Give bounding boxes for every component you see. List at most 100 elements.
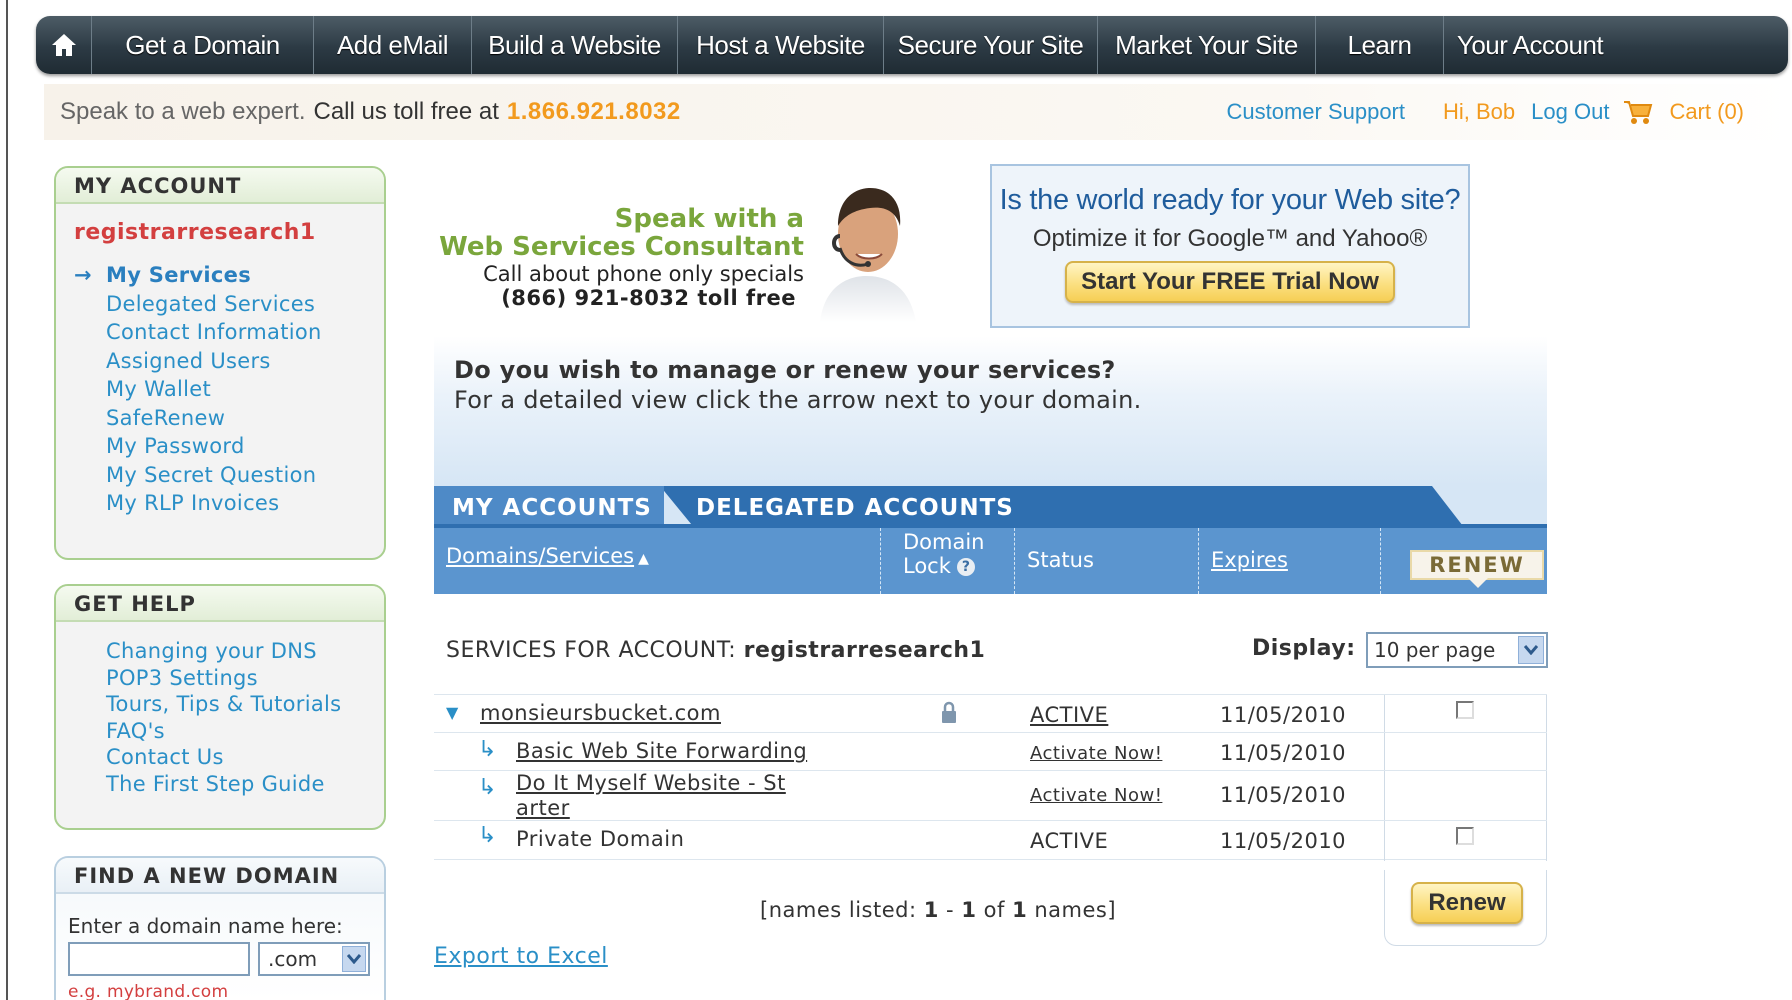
expand-arrow-icon[interactable]: ▼ [446,703,459,722]
consultant-promo[interactable]: Speak with a Web Services Consultant Cal… [439,176,920,322]
nav-market-site[interactable]: Market Your Site [1098,16,1316,74]
activate-now-link[interactable]: Activate Now! [1030,785,1162,806]
find-domain-box: FIND A NEW DOMAIN Enter a domain name he… [54,856,386,1000]
services-for-label: SERVICES FOR ACCOUNT: [446,638,737,663]
expires-date: 11/05/2010 [1220,829,1347,853]
manage-services-header: Do you wish to manage or renew your serv… [434,336,1547,486]
nav-add-email[interactable]: Add eMail [314,16,472,74]
my-account-title: MY ACCOUNT [56,168,384,204]
per-page-value: 10 per page [1374,638,1496,662]
col-domain-lock-label-1: Domain [903,530,985,554]
renew-header-button[interactable]: RENEW [1410,550,1544,588]
status-link[interactable]: ACTIVE [1030,703,1108,727]
sort-expires-link[interactable]: Expires [1211,548,1288,572]
call-text: Call us toll free at [313,98,499,125]
renew-button[interactable]: Renew [1411,882,1523,924]
names-to: 1 [961,898,977,922]
speak-text: Speak to a web expert. [60,98,306,125]
names-dash: - [946,898,955,922]
table-row: ↳ Private Domain ACTIVE 11/05/2010 [434,820,1547,861]
nav-get-domain[interactable]: Get a Domain [92,16,314,74]
lock-icon [942,701,956,723]
customer-support-link[interactable]: Customer Support [1226,99,1405,125]
menu-my-rlp-invoices[interactable]: My RLP Invoices [74,489,384,518]
find-domain-title: FIND A NEW DOMAIN [56,858,384,894]
renew-checkbox[interactable] [1456,701,1474,719]
col-expires: Expires [1198,528,1380,594]
expires-date: 11/05/2010 [1220,741,1347,765]
nav-host-website[interactable]: Host a Website [678,16,884,74]
renew-cell [1384,771,1547,821]
nav-secure-site[interactable]: Secure Your Site [884,16,1098,74]
tld-select[interactable]: .com [258,942,370,976]
names-listed: [names listed: 1 - 1 of 1 names] [760,898,1116,922]
home-icon [51,34,76,56]
per-page-select[interactable]: 10 per page [1366,632,1548,668]
col-status-label: Status [1027,548,1094,572]
nav-learn[interactable]: Learn [1316,16,1444,74]
status-text: ACTIVE [1030,829,1109,853]
menu-label: My Services [106,263,251,287]
help-tours-tips[interactable]: Tours, Tips & Tutorials [106,691,384,718]
logout-link[interactable]: Log Out [1531,99,1609,125]
sub-item-arrow-icon: ↳ [478,737,497,762]
menu-my-secret-question[interactable]: My Secret Question [74,461,384,490]
activate-now-link[interactable]: Activate Now! [1030,743,1162,764]
domain-link[interactable]: monsieursbucket.com [480,701,721,725]
names-from: 1 [923,898,939,922]
menu-my-wallet[interactable]: My Wallet [74,375,384,404]
account-name: registrarresearch1 [74,220,316,245]
seo-question: Is the world ready for your Web site? [999,184,1461,216]
get-help-box: GET HELP Changing your DNS POP3 Settings… [54,584,386,830]
services-for-account: SERVICES FOR ACCOUNT: registrarresearch1 [446,638,985,663]
manage-question: Do you wish to manage or renew your serv… [454,356,1116,384]
service-link[interactable]: Do It Myself Website - St arter [516,771,786,821]
help-icon[interactable]: ? [956,558,975,576]
menu-delegated-services[interactable]: Delegated Services [74,290,384,319]
tld-value: .com [268,947,318,971]
help-changing-dns[interactable]: Changing your DNS [106,638,384,665]
manage-detail: For a detailed view click the arrow next… [454,386,1142,414]
col-domain-lock: Domain Lock? [880,528,1014,594]
contact-bar: Speak to a web expert. Call us toll free… [44,84,1792,140]
cart-link[interactable]: Cart (0) [1669,99,1744,125]
export-excel-link[interactable]: Export to Excel [434,944,608,969]
col-status: Status [1014,528,1198,594]
page-edge-line [6,0,8,1000]
services-account-name: registrarresearch1 [743,638,986,663]
home-button[interactable] [36,16,92,74]
consultant-line3: Call about phone only specials [483,262,804,286]
chevron-down-icon [342,946,366,972]
services-table: ▼ monsieursbucket.com ACTIVE 11/05/2010 … [434,694,1547,861]
table-row: ↳ Basic Web Site Forwarding Activate Now… [434,732,1547,771]
service-link[interactable]: Basic Web Site Forwarding [516,739,807,763]
start-trial-button[interactable]: Start Your FREE Trial Now [1065,261,1395,303]
col-domains: Domains/Services ▲ [446,544,649,584]
find-domain-label: Enter a domain name here: [68,914,343,938]
nav-build-website[interactable]: Build a Website [472,16,678,74]
menu-saferenew[interactable]: SafeRenew [74,404,384,433]
service-link-line2: arter [516,796,570,820]
renew-checkbox[interactable] [1456,827,1474,845]
renew-cell [1384,733,1547,771]
domain-search-input[interactable] [68,942,250,976]
cart-icon[interactable] [1623,98,1653,126]
menu-my-password[interactable]: My Password [74,432,384,461]
expires-date: 11/05/2010 [1220,783,1347,807]
chevron-down-icon [1518,636,1544,664]
phone-number: 1.866.921.8032 [506,98,681,125]
help-pop3-settings[interactable]: POP3 Settings [106,665,384,692]
table-row: ▼ monsieursbucket.com ACTIVE 11/05/2010 [434,694,1547,733]
menu-assigned-users[interactable]: Assigned Users [74,347,384,376]
menu-my-services[interactable]: → My Services [74,261,384,290]
help-faqs[interactable]: FAQ's [106,718,384,745]
help-first-step-guide[interactable]: The First Step Guide [106,771,384,798]
menu-contact-information[interactable]: Contact Information [74,318,384,347]
get-help-title: GET HELP [56,586,384,622]
table-header: Domains/Services ▲ Domain Lock? Status Ex… [434,524,1547,594]
nav-your-account[interactable]: Your Account [1444,16,1616,74]
sort-domains-link[interactable]: Domains/Services [446,544,634,568]
consultant-line2: Web Services Consultant [439,232,804,262]
sort-asc-icon: ▲ [638,551,649,567]
help-contact-us[interactable]: Contact Us [106,744,384,771]
